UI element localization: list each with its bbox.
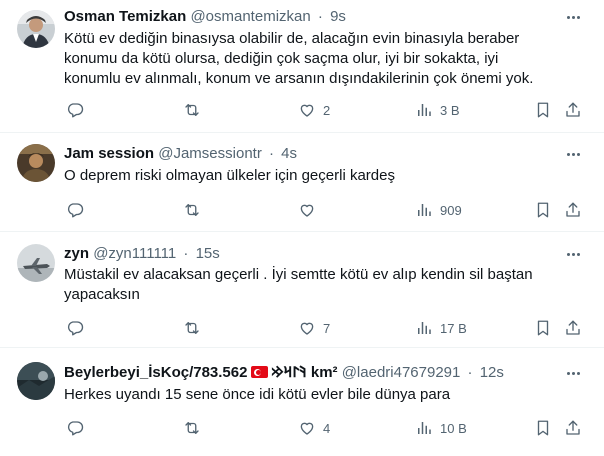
tweet[interactable]: Osman Temizkan @osmantemizkan · 9s Kötü …: [0, 0, 604, 133]
share-button[interactable]: [564, 200, 582, 220]
like-button[interactable]: 4: [298, 418, 330, 438]
tweet-header: Beylerbeyi_İsKoç/783.562 𐰚𐰃𐰺𐰢 km² @laedri…: [64, 363, 564, 383]
more-icon[interactable]: [564, 245, 582, 263]
views-icon: [418, 204, 431, 216]
bookmark-icon: [537, 102, 549, 118]
reply-button[interactable]: [66, 100, 91, 120]
separator: ·: [467, 364, 473, 381]
share-icon: [566, 202, 580, 217]
tweet-text: O deprem riski olmayan ülkeler için geçe…: [64, 167, 395, 184]
separator: ·: [317, 8, 323, 25]
retweet-icon: [185, 104, 199, 116]
avatar[interactable]: [17, 144, 55, 182]
tweet-text: Herkes uyandı 15 sene önce idi kötü evle…: [64, 386, 451, 403]
retweet-icon: [185, 204, 199, 216]
views-button[interactable]: 10 B: [415, 418, 467, 438]
views-count: 17 B: [440, 320, 467, 336]
reply-icon: [67, 103, 84, 118]
author-name[interactable]: zyn: [64, 245, 89, 262]
views-button[interactable]: 909: [415, 200, 462, 220]
tweet-text: Kötü ev dediğin binasıysa olabilir de, a…: [64, 30, 534, 87]
like-icon: [300, 322, 314, 335]
author-name[interactable]: Osman Temizkan: [64, 8, 186, 25]
author-handle[interactable]: @Jamsessiontr: [158, 145, 262, 162]
tweet-actions: 4 10 B: [0, 418, 604, 438]
like-count: 7: [323, 320, 331, 336]
like-button[interactable]: 2: [298, 100, 330, 120]
views-count: 10 B: [440, 420, 467, 436]
bookmark-button[interactable]: [534, 100, 552, 120]
avatar[interactable]: [17, 10, 55, 48]
bookmark-button[interactable]: [534, 418, 552, 438]
timestamp[interactable]: 9s: [330, 8, 346, 25]
like-count: 2: [323, 102, 331, 118]
timestamp[interactable]: 12s: [480, 364, 504, 381]
tweet-header: Jam session @Jamsessiontr · 4s: [64, 144, 564, 164]
views-button[interactable]: 3 B: [415, 100, 460, 120]
reply-button[interactable]: [66, 200, 91, 220]
tweet-actions: 2 3 B: [0, 100, 604, 120]
views-icon: [418, 322, 431, 334]
retweet-button[interactable]: [183, 318, 208, 338]
more-icon[interactable]: [564, 364, 582, 382]
tweet-header: Osman Temizkan @osmantemizkan · 9s: [64, 7, 564, 27]
author-name[interactable]: Jam session: [64, 145, 154, 162]
author-name[interactable]: Beylerbeyi_İsKoç/783.562: [64, 364, 247, 381]
avatar[interactable]: [17, 362, 55, 400]
more-icon[interactable]: [564, 145, 582, 163]
avatar[interactable]: [17, 244, 55, 282]
author-handle[interactable]: @osmantemizkan: [190, 8, 310, 25]
like-button[interactable]: [298, 200, 323, 220]
views-count: 3 B: [440, 102, 460, 118]
reply-icon: [67, 321, 84, 336]
retweet-button[interactable]: [183, 200, 208, 220]
separator: ·: [269, 145, 274, 162]
like-icon: [300, 422, 314, 435]
tweet[interactable]: Jam session @Jamsessiontr · 4s O deprem …: [0, 133, 604, 232]
reply-button[interactable]: [66, 418, 91, 438]
author-handle[interactable]: @laedri47679291: [342, 364, 461, 381]
bookmark-icon: [537, 420, 549, 436]
timestamp[interactable]: 4s: [281, 145, 297, 162]
bookmark-button[interactable]: [534, 200, 552, 220]
share-button[interactable]: [564, 418, 582, 438]
views-count: 909: [440, 202, 462, 218]
retweet-button[interactable]: [183, 100, 208, 120]
share-button[interactable]: [564, 100, 582, 120]
share-button[interactable]: [564, 318, 582, 338]
bookmark-button[interactable]: [534, 318, 552, 338]
timestamp[interactable]: 15s: [196, 245, 220, 262]
like-icon: [300, 104, 314, 117]
reply-icon: [67, 421, 84, 436]
retweet-button[interactable]: [183, 418, 208, 438]
bookmark-icon: [537, 202, 549, 218]
tweet-text: Müstakil ev alacaksan geçerli . İyi semt…: [64, 266, 533, 303]
reply-icon: [67, 203, 84, 218]
views-icon: [418, 104, 431, 116]
tweet[interactable]: Beylerbeyi_İsKoç/783.562 𐰚𐰃𐰺𐰢 km² @laedri…: [0, 348, 604, 456]
tweet-actions: 7 17 B: [0, 318, 604, 338]
tweet-actions: 909: [0, 200, 604, 220]
like-count: 4: [323, 420, 331, 436]
tweet[interactable]: zyn @zyn111111 · 15s Müstakil ev alacaks…: [0, 232, 604, 348]
retweet-icon: [185, 422, 199, 434]
author-handle[interactable]: @zyn111111: [93, 245, 176, 262]
views-button[interactable]: 17 B: [415, 318, 467, 338]
share-icon: [566, 102, 580, 117]
views-icon: [418, 422, 431, 434]
author-name-suffix: 𐰚𐰃𐰺𐰢 km²: [271, 364, 338, 381]
tweet-header: zyn @zyn111111 · 15s: [64, 244, 564, 264]
separator: ·: [183, 245, 189, 262]
bookmark-icon: [537, 320, 549, 336]
retweet-icon: [185, 322, 199, 334]
timeline-feed: Osman Temizkan @osmantemizkan · 9s Kötü …: [0, 0, 604, 456]
more-icon[interactable]: [564, 8, 582, 26]
reply-button[interactable]: [66, 318, 91, 338]
like-icon: [300, 204, 314, 217]
like-button[interactable]: 7: [298, 318, 330, 338]
share-icon: [566, 420, 580, 435]
turkey-flag-icon: [251, 366, 269, 378]
share-icon: [566, 320, 580, 335]
